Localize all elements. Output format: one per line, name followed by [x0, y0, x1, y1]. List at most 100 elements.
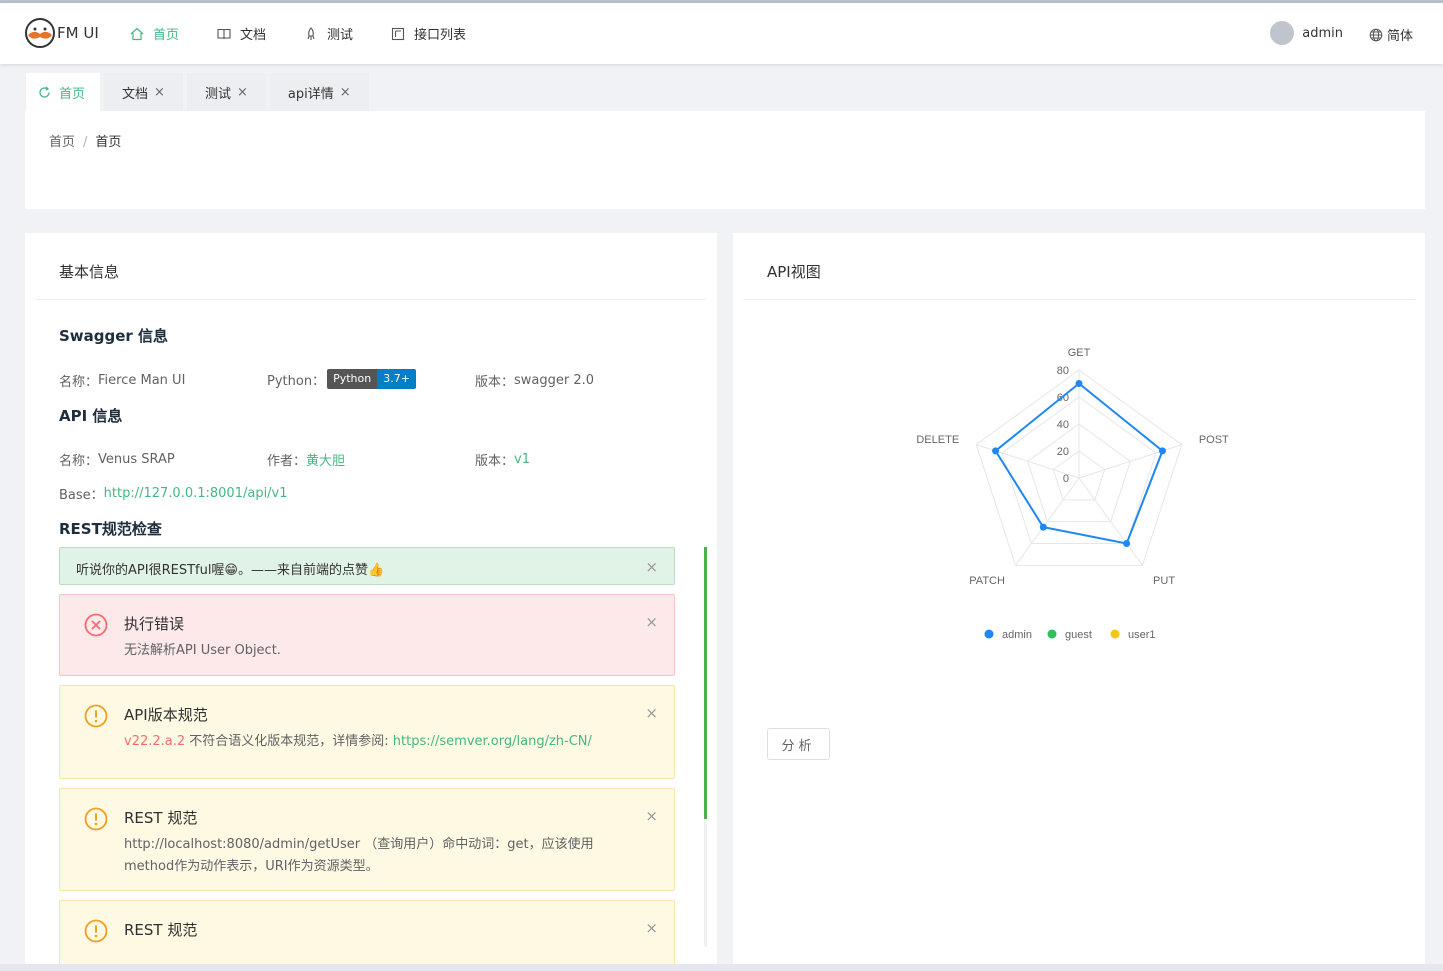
- warning-alert: API版本规范 v22.2.a.2 不符合语义化版本规范，详情参阅: https…: [59, 685, 675, 779]
- divider: [35, 299, 707, 300]
- radar-indicator-label: PATCH: [969, 575, 1005, 587]
- python-version-badge: Python 3.7+: [327, 369, 416, 389]
- radar-tick-label: 20: [1057, 446, 1069, 458]
- breadcrumb-panel: 首页 / 首页: [25, 111, 1425, 209]
- breadcrumb-root[interactable]: 首页: [49, 135, 75, 150]
- nav-item-docs[interactable]: 文档: [217, 3, 266, 64]
- nav-item-test[interactable]: 测试: [304, 3, 353, 64]
- label: 版本：: [475, 454, 515, 469]
- tab-close-icon[interactable]: ×: [154, 85, 165, 100]
- close-icon[interactable]: ×: [645, 807, 658, 825]
- api-author-value[interactable]: 黄大胆: [306, 450, 345, 469]
- success-message: 听说你的API很RESTful喔😁。——来自前端的点赞👍: [76, 563, 385, 578]
- label: Python：: [267, 373, 326, 389]
- bad-version: v22.2.a.2: [124, 734, 186, 749]
- radar-point: [992, 447, 1000, 455]
- radar-indicator-label: POST: [1199, 434, 1229, 446]
- logo-mustache-icon: [25, 18, 55, 48]
- close-icon[interactable]: ×: [645, 704, 658, 722]
- avatar: [1270, 21, 1295, 45]
- breadcrumb-separator: /: [83, 135, 88, 150]
- radar-indicator-label: PUT: [1153, 575, 1175, 587]
- nav-label: 测试: [327, 28, 354, 43]
- divider: [743, 299, 1415, 300]
- user-menu[interactable]: admin: [1270, 21, 1343, 45]
- tabs-bar: 首页 文档 × 测试 × api详情 ×: [26, 73, 373, 111]
- legend-label: admin: [1002, 629, 1032, 641]
- scrollbar[interactable]: [704, 547, 707, 947]
- warning-alert: REST 规范 ×: [59, 900, 675, 971]
- label: 名称：: [59, 375, 99, 390]
- window-bottom-bar: [0, 964, 1443, 971]
- swagger-python: Python： Python 3.7+: [267, 369, 416, 389]
- label: Base：: [59, 488, 104, 503]
- close-icon[interactable]: ×: [645, 613, 658, 631]
- nav-label: 文档: [240, 28, 267, 43]
- api-heading: API 信息: [59, 407, 123, 425]
- warning-circle-icon: [84, 704, 108, 728]
- warning-circle-icon: [84, 807, 108, 831]
- label: 名称：: [59, 454, 99, 469]
- legend-marker: [1047, 629, 1057, 639]
- tab-close-icon[interactable]: ×: [237, 85, 248, 100]
- success-alert: 听说你的API很RESTful喔😁。——来自前端的点赞👍 ×: [59, 547, 675, 585]
- warning-circle-icon: [84, 919, 108, 943]
- nav-label: 首页: [153, 28, 180, 43]
- radar-tick-label: 80: [1057, 365, 1069, 377]
- radar-tick-label: 0: [1063, 473, 1069, 485]
- app-title: FM UI: [57, 24, 99, 42]
- tab-docs[interactable]: 文档 ×: [104, 73, 183, 111]
- tab-api-detail[interactable]: api详情 ×: [269, 73, 369, 111]
- tab-label: 文档: [122, 86, 149, 102]
- tab-label: 测试: [204, 86, 231, 102]
- error-alert: 执行错误 无法解析API User Object. ×: [59, 594, 675, 676]
- badge-left: Python: [327, 369, 378, 389]
- close-icon[interactable]: ×: [645, 558, 658, 576]
- logo[interactable]: FM UI: [24, 17, 99, 49]
- api-name: 名称： Venus SRAP: [59, 450, 175, 469]
- swagger-name-value: Fierce Man UI: [98, 373, 186, 388]
- breadcrumb: 首页 / 首页: [49, 131, 121, 150]
- user-name: admin: [1302, 25, 1343, 41]
- nav-item-api-list[interactable]: 接口列表: [391, 3, 466, 64]
- book-icon: [217, 28, 231, 39]
- radar-point: [1123, 540, 1131, 548]
- radar-point: [1075, 380, 1083, 387]
- semver-link[interactable]: https://semver.org/lang/zh-CN/: [393, 734, 592, 749]
- language-switcher[interactable]: 简体: [1369, 25, 1413, 44]
- radar-spoke: [1078, 444, 1182, 479]
- close-icon[interactable]: ×: [645, 919, 658, 937]
- tab-close-icon[interactable]: ×: [340, 85, 351, 100]
- rest-heading: REST规范检查: [59, 520, 162, 538]
- radar-tick-label: 40: [1057, 419, 1069, 431]
- label: 作者：: [267, 454, 307, 469]
- card-title: 基本信息: [59, 263, 120, 281]
- tab-label: 首页: [59, 86, 86, 102]
- legend-marker: [1110, 629, 1120, 639]
- breadcrumb-current: 首页: [95, 135, 122, 150]
- list-icon: [391, 27, 405, 40]
- tab-test[interactable]: 测试 ×: [186, 73, 266, 111]
- alert-title: REST 规范: [124, 921, 198, 939]
- legend-label: user1: [1128, 629, 1156, 641]
- scrollbar-thumb[interactable]: [704, 547, 707, 819]
- legend-marker: [984, 629, 994, 639]
- alert-description: v22.2.a.2 不符合语义化版本规范，详情参阅: https://semve…: [124, 731, 644, 753]
- nav-item-home[interactable]: 首页: [130, 3, 179, 64]
- api-base-link[interactable]: http://127.0.0.1:8001/api/v1: [104, 486, 288, 501]
- language-label: 简体: [1386, 29, 1413, 44]
- api-author: 作者： 黄大胆: [267, 450, 345, 469]
- analyze-button[interactable]: 分析: [767, 728, 830, 760]
- tab-home[interactable]: 首页: [26, 73, 101, 111]
- swagger-version-value: swagger 2.0: [514, 373, 595, 388]
- legend-label: guest: [1065, 629, 1092, 641]
- badge-right: 3.7+: [377, 369, 416, 389]
- alert-title: 执行错误: [124, 615, 185, 633]
- error-circle-icon: [84, 613, 108, 637]
- refresh-icon[interactable]: [38, 86, 51, 99]
- radar-point: [1158, 447, 1166, 455]
- top-header: FM UI 首页 文档 测试 接口列表 admin 简体: [0, 3, 1443, 64]
- warning-alert: REST 规范 http://localhost:8080/admin/getU…: [59, 788, 675, 891]
- api-view-card: API视图 0 20 40 60 80 GET POST PUT PATCH DELETE admi…: [733, 233, 1425, 971]
- radar-indicator-label: GET: [1068, 347, 1091, 359]
